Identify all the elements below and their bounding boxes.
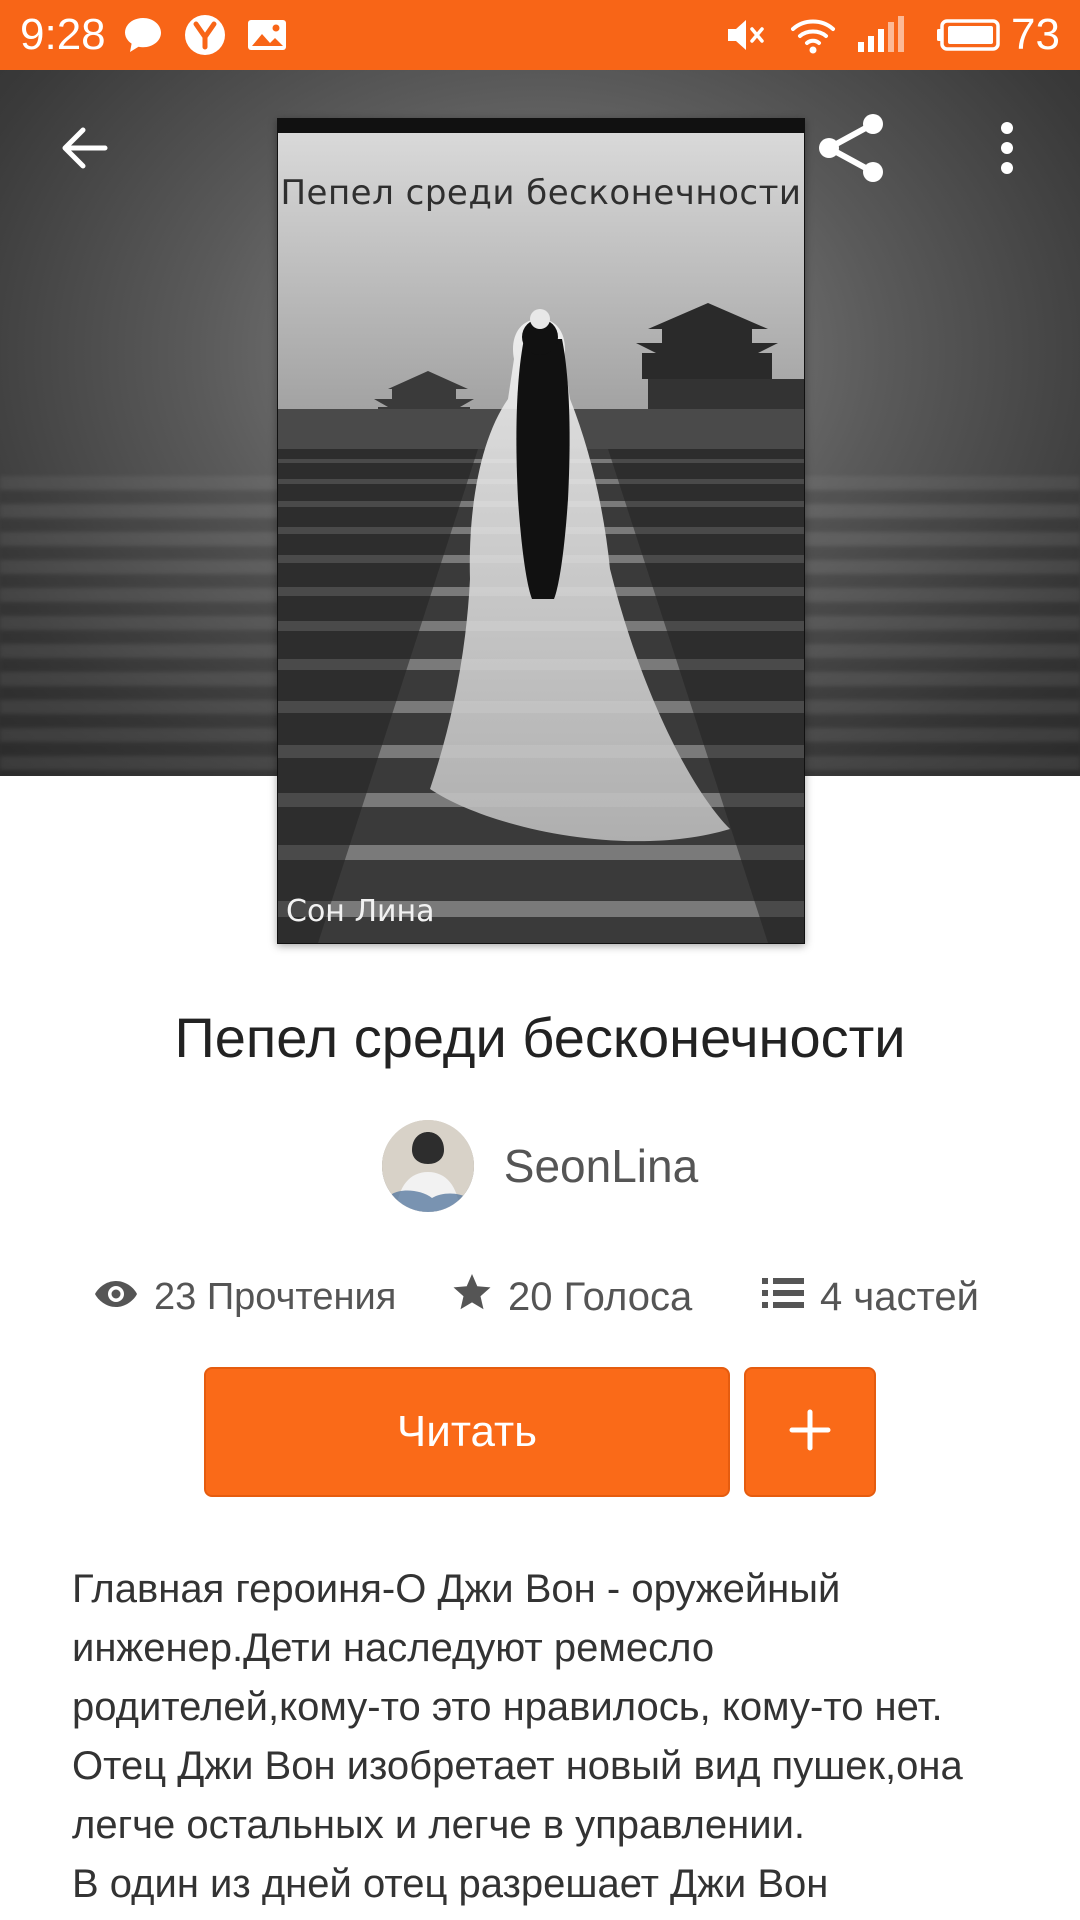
votes-label: 20 Голоса [508, 1274, 693, 1319]
author-name[interactable]: SeonLina [504, 1139, 698, 1193]
cover-author: Сон Лина [286, 894, 435, 929]
more-vertical-icon [997, 118, 1017, 183]
reads-label: 23 Прочтения [154, 1275, 397, 1318]
mute-icon [722, 12, 768, 58]
author-avatar[interactable] [381, 1120, 474, 1212]
cover-artwork [278, 119, 804, 943]
book-cover[interactable]: Пепел среди бесконечности Сон Лина [277, 118, 805, 944]
parts-label: 4 частей [820, 1274, 979, 1319]
status-time: 9:28 [20, 10, 106, 59]
battery-icon [936, 12, 1006, 58]
description-line: легче остальных и легче в управлении. [72, 1803, 806, 1847]
description-line: Отец Джи Вон изобретает новый вид пушек,… [72, 1744, 963, 1788]
status-bar: 9:28 73 [0, 0, 1080, 70]
back-button[interactable] [40, 105, 130, 195]
star-icon [452, 1272, 492, 1322]
yandex-icon [182, 12, 228, 58]
plus-icon [788, 1408, 832, 1457]
book-description: Главная героиня-О Джи Вон - оружейный ин… [72, 1560, 1032, 1914]
list-icon [762, 1275, 804, 1320]
author-row[interactable]: SeonLina [0, 1118, 1080, 1214]
chat-bubble-icon [120, 12, 166, 58]
description-line: Главная героиня-О Джи Вон - оружейный [72, 1567, 841, 1611]
wifi-icon [790, 12, 836, 58]
add-to-library-button[interactable] [744, 1367, 876, 1497]
cover-title: Пепел среди бесконечности [280, 173, 802, 213]
book-details-screen: 9:28 73 Пепел среди бесконечности Сон Ли… [0, 0, 1080, 1920]
description-line: В один из дней отец разрешает Джи Вон [72, 1862, 829, 1906]
book-title: Пепел среди бесконечности [174, 1006, 906, 1069]
parts-stat: 4 частей [762, 1262, 979, 1332]
read-button-label: Читать [396, 1407, 538, 1456]
arrow-left-icon [57, 120, 113, 181]
description-line: родителей,кому-то это нравилось, кому-то… [72, 1685, 943, 1729]
reads-stat: 23 Прочтения [94, 1262, 396, 1332]
stats-row: 23 Прочтения 20 Голоса 4 частей [0, 1262, 1080, 1332]
read-button[interactable]: Читать [204, 1367, 730, 1497]
share-icon [811, 108, 891, 193]
eye-icon [94, 1276, 138, 1319]
battery-percent: 73 [1011, 10, 1060, 59]
image-notification-icon [244, 12, 290, 58]
share-button[interactable] [806, 105, 896, 195]
more-options-button[interactable] [962, 105, 1052, 195]
votes-stat: 20 Голоса [452, 1262, 692, 1332]
description-line: инженер.Дети наследуют ремесло [72, 1626, 715, 1670]
signal-icon [856, 12, 904, 58]
